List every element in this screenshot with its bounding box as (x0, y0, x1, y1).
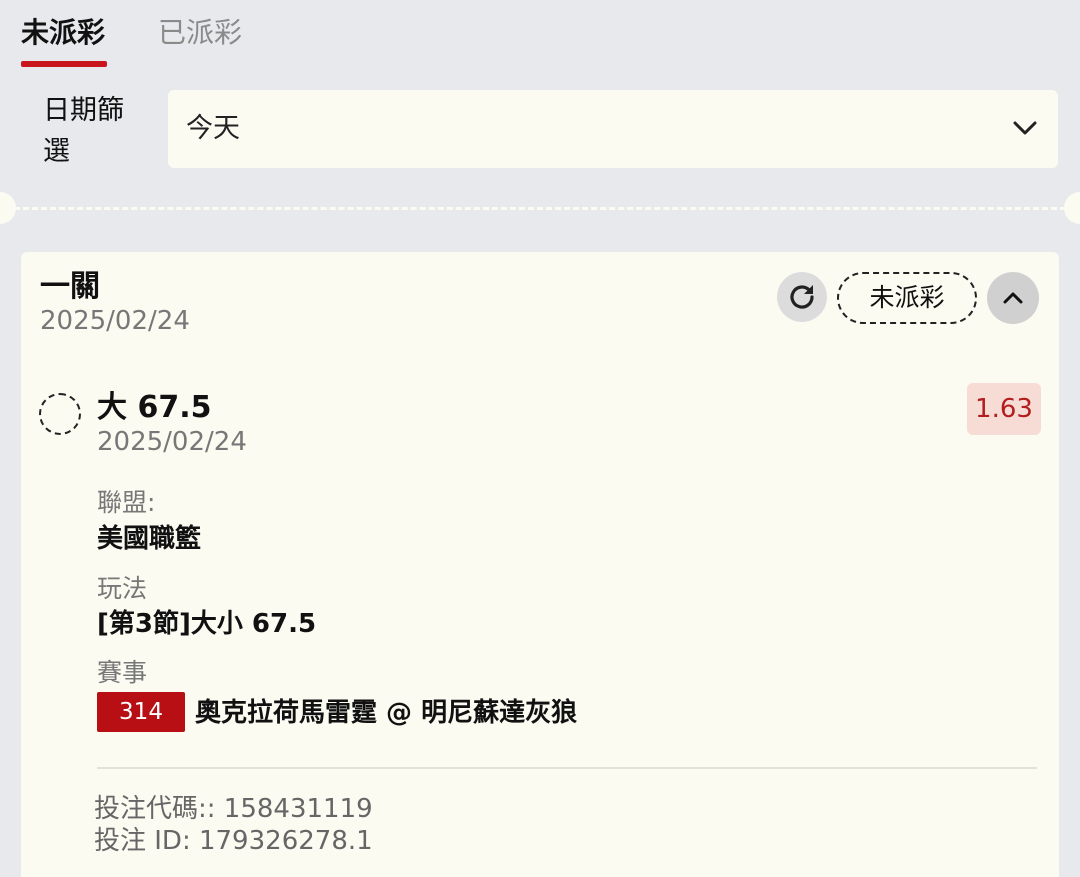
refresh-icon (790, 285, 814, 309)
divider (97, 767, 1037, 769)
bet-date: 2025/02/24 (40, 306, 190, 336)
tab-settled[interactable]: 已派彩 (158, 14, 242, 52)
chevron-down-icon (1013, 121, 1037, 135)
active-tab-indicator (21, 61, 107, 67)
date-filter-value: 今天 (186, 113, 240, 144)
refresh-button[interactable] (777, 272, 827, 322)
date-filter-label: 日期篩選 (43, 95, 124, 167)
pending-status-icon (39, 393, 81, 435)
tab-unsettled[interactable]: 未派彩 (21, 14, 105, 52)
chevron-up-icon (1003, 292, 1023, 304)
ticket-notch-right (1064, 192, 1080, 224)
odds-badge: 1.63 (967, 383, 1041, 435)
league-value: 美國職籃 (97, 524, 202, 554)
dashed-separator (14, 207, 1066, 210)
selection-title: 大 67.5 (97, 390, 212, 425)
bet-code: 投注代碼:: 158431119 (94, 794, 373, 824)
match-label: 賽事 (97, 658, 148, 687)
status-badge: 未派彩 (837, 272, 977, 324)
match-id-badge: 314 (97, 692, 185, 732)
league-label: 聯盟: (97, 488, 156, 517)
selection-date: 2025/02/24 (97, 427, 247, 457)
tab-bar: 未派彩 已派彩 (0, 0, 1080, 70)
play-label: 玩法 (97, 574, 148, 603)
collapse-button[interactable] (987, 272, 1039, 324)
date-filter-select[interactable]: 今天 (168, 90, 1058, 168)
match-name: 奧克拉荷馬雷霆 @ 明尼蘇達灰狼 (195, 698, 578, 728)
bet-id: 投注 ID: 179326278.1 (94, 826, 373, 856)
bet-type-title: 一關 (40, 269, 100, 304)
play-value: [第3節]大小 67.5 (97, 609, 317, 639)
bet-card: 一關 2025/02/24 未派彩 大 67.5 2025/02/24 1.63… (21, 252, 1059, 877)
